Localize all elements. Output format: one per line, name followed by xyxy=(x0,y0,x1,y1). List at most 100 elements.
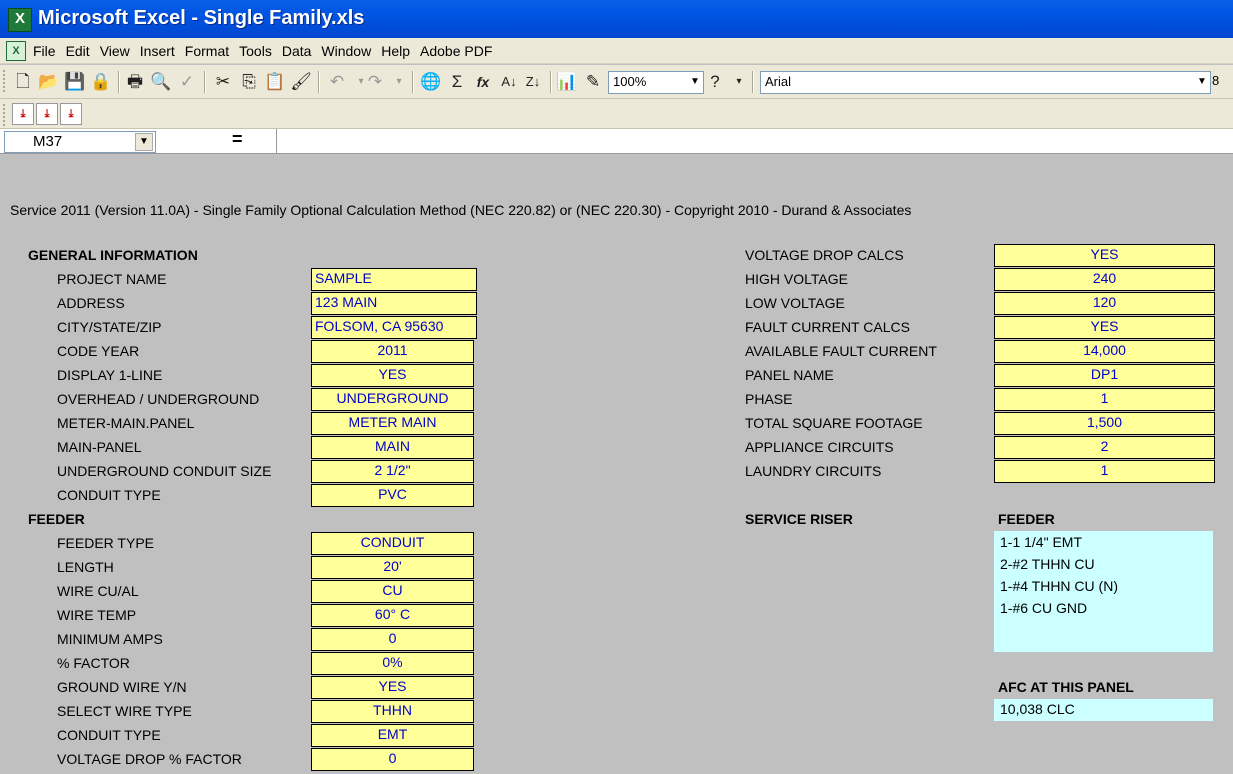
sort-descending-icon[interactable]: Z↓ xyxy=(522,71,544,93)
riser-line: 1-#4 THHN CU (N) xyxy=(1000,578,1118,594)
print-icon[interactable]: 🖶 xyxy=(124,71,146,93)
name-box[interactable]: M37 ▼ xyxy=(4,131,156,153)
select-wire-type-field[interactable]: THHN xyxy=(311,700,474,723)
format-painter-icon[interactable]: 🖌 xyxy=(290,71,312,93)
toolbar-grip[interactable] xyxy=(3,70,8,92)
redo-icon[interactable]: ↷ xyxy=(364,71,386,93)
row-label: GROUND WIRE Y/N xyxy=(57,679,187,695)
row-label: WIRE TEMP xyxy=(57,607,137,623)
menu-data[interactable]: Data xyxy=(277,43,317,59)
save-icon[interactable]: 💾 xyxy=(64,71,86,93)
meter-main-panel-field[interactable]: METER MAIN xyxy=(311,412,474,435)
separator xyxy=(204,71,206,93)
city-state-zip-field[interactable]: FOLSOM, CA 95630 xyxy=(311,316,477,339)
font-size-value[interactable]: 8 xyxy=(1212,73,1219,88)
fault-current-calcs-field[interactable]: YES xyxy=(994,316,1215,339)
phase-field[interactable]: 1 xyxy=(994,388,1215,411)
workbook-icon[interactable]: X xyxy=(6,41,26,61)
laundry-circuits-field[interactable]: 1 xyxy=(994,460,1215,483)
appliance-circuits-field[interactable]: 2 xyxy=(994,436,1215,459)
permission-icon[interactable]: 🔒 xyxy=(90,71,112,93)
menu-file[interactable]: File xyxy=(28,43,61,59)
menu-tools[interactable]: Tools xyxy=(234,43,277,59)
voltage-drop-calcs-field[interactable]: YES xyxy=(994,244,1215,267)
ground-wire-field[interactable]: YES xyxy=(311,676,474,699)
title-bar: X Microsoft Excel - Single Family.xls xyxy=(0,0,1233,38)
service-riser-header: SERVICE RISER xyxy=(745,511,853,527)
menu-view[interactable]: View xyxy=(95,43,135,59)
row-label: FAULT CURRENT CALCS xyxy=(745,319,910,335)
overhead-underground-field[interactable]: UNDERGROUND xyxy=(311,388,474,411)
worksheet[interactable]: Service 2011 (Version 11.0A) - Single Fa… xyxy=(0,155,1233,774)
riser-line: 1-1 1/4" EMT xyxy=(1000,534,1082,550)
chevron-down-icon[interactable]: ▼ xyxy=(1194,72,1210,91)
length-field[interactable]: 20' xyxy=(311,556,474,579)
address-field[interactable]: 123 MAIN xyxy=(311,292,477,315)
separator xyxy=(118,71,120,93)
hyperlink-icon[interactable]: 🌐 xyxy=(420,71,442,93)
convert-to-pdf-icon[interactable]: ⤓ xyxy=(12,103,34,125)
formula-equals[interactable]: = xyxy=(232,129,243,150)
percent-factor-field[interactable]: 0% xyxy=(311,652,474,675)
toolbar-grip[interactable] xyxy=(3,104,8,126)
row-label: VOLTAGE DROP % FACTOR xyxy=(57,751,242,767)
minimum-amps-field[interactable]: 0 xyxy=(311,628,474,651)
open-icon[interactable]: 📂 xyxy=(38,71,60,93)
voltage-drop-factor-field[interactable]: 0 xyxy=(311,748,474,771)
row-label: METER-MAIN.PANEL xyxy=(57,415,195,431)
menu-format[interactable]: Format xyxy=(180,43,234,59)
wire-temp-field[interactable]: 60° C xyxy=(311,604,474,627)
font-select[interactable]: Arial ▼ xyxy=(760,71,1211,94)
help-icon[interactable]: ? xyxy=(704,71,726,93)
row-label: LAUNDRY CIRCUITS xyxy=(745,463,882,479)
redo-dropdown-icon[interactable]: ▾ xyxy=(388,71,410,93)
zoom-select[interactable]: 100% ▼ xyxy=(608,71,704,94)
print-preview-icon[interactable]: 🔍 xyxy=(150,71,172,93)
high-voltage-field[interactable]: 240 xyxy=(994,268,1215,291)
feeder-conduit-type-field[interactable]: EMT xyxy=(311,724,474,747)
paste-icon[interactable]: 📋 xyxy=(264,71,286,93)
help-dropdown-icon[interactable]: ▾ xyxy=(728,71,750,93)
convert-and-review-icon[interactable]: ⤓ xyxy=(60,103,82,125)
chevron-down-icon[interactable]: ▼ xyxy=(687,72,703,91)
new-icon[interactable]: 🗋 xyxy=(12,71,34,93)
panel-name-field[interactable]: DP1 xyxy=(994,364,1215,387)
spelling-icon[interactable]: ✓ xyxy=(176,71,198,93)
menu-insert[interactable]: Insert xyxy=(135,43,180,59)
display-1-line-field[interactable]: YES xyxy=(311,364,474,387)
menu-edit[interactable]: Edit xyxy=(61,43,95,59)
window-title: Microsoft Excel - Single Family.xls xyxy=(38,7,365,29)
menu-adobe-pdf[interactable]: Adobe PDF xyxy=(415,43,497,59)
row-label: AVAILABLE FAULT CURRENT xyxy=(745,343,937,359)
chevron-down-icon[interactable]: ▼ xyxy=(135,133,153,151)
chart-wizard-icon[interactable]: 📊 xyxy=(556,71,578,93)
underground-conduit-size-field[interactable]: 2 1/2" xyxy=(311,460,474,483)
function-icon[interactable]: fx xyxy=(472,71,494,93)
row-label: CONDUIT TYPE xyxy=(57,727,161,743)
zoom-value: 100% xyxy=(613,74,647,89)
afc-box: 10,038 CLC xyxy=(994,699,1213,721)
feeder-type-field[interactable]: CONDUIT xyxy=(311,532,474,555)
row-label: MINIMUM AMPS xyxy=(57,631,163,647)
total-square-footage-field[interactable]: 1,500 xyxy=(994,412,1215,435)
available-fault-current-field[interactable]: 14,000 xyxy=(994,340,1215,363)
row-label: FEEDER TYPE xyxy=(57,535,154,551)
undo-icon[interactable]: ↶ xyxy=(326,71,348,93)
code-year-field[interactable]: 2011 xyxy=(311,340,474,363)
convert-and-email-icon[interactable]: ⤓ xyxy=(36,103,58,125)
drawing-icon[interactable]: ✎ xyxy=(582,71,604,93)
copy-icon[interactable]: ⎘ xyxy=(238,71,260,93)
conduit-type-field[interactable]: PVC xyxy=(311,484,474,507)
cut-icon[interactable]: ✂ xyxy=(212,71,234,93)
low-voltage-field[interactable]: 120 xyxy=(994,292,1215,315)
row-label: CODE YEAR xyxy=(57,343,140,359)
main-panel-field[interactable]: MAIN xyxy=(311,436,474,459)
formula-divider xyxy=(276,129,277,154)
project-name-field[interactable]: SAMPLE xyxy=(311,268,477,291)
autosum-icon[interactable]: Σ xyxy=(446,71,468,93)
row-label: DISPLAY 1-LINE xyxy=(57,367,163,383)
menu-window[interactable]: Window xyxy=(316,43,376,59)
menu-help[interactable]: Help xyxy=(376,43,415,59)
wire-cu-al-field[interactable]: CU xyxy=(311,580,474,603)
sort-ascending-icon[interactable]: A↓ xyxy=(498,71,520,93)
